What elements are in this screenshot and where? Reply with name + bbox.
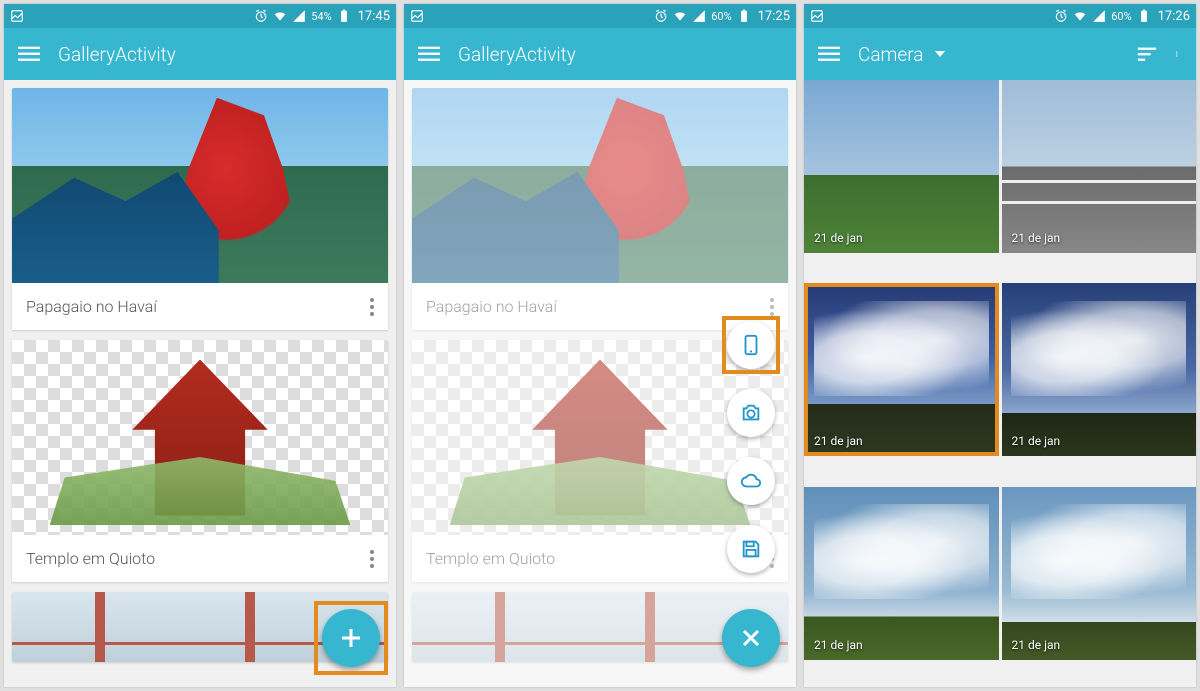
- photo-tile[interactable]: 21 de jan: [804, 80, 999, 253]
- chevron-down-icon: [935, 51, 945, 57]
- hamburger-icon[interactable]: [418, 43, 440, 65]
- alarm-icon: [654, 9, 668, 23]
- action-from-device[interactable]: [727, 321, 775, 369]
- battery-icon: [1137, 9, 1151, 23]
- screen-gallery-normal: 54% 17:45 GalleryActivity Papagaio no Ha…: [4, 4, 396, 687]
- close-icon: [739, 626, 763, 650]
- camera-icon: [740, 402, 762, 424]
- photo-tile[interactable]: 21 de jan: [1002, 283, 1197, 456]
- photo-date: 21 de jan: [814, 638, 863, 652]
- alarm-icon: [1054, 9, 1068, 23]
- clock-time: 17:45: [358, 9, 390, 24]
- gallery-content: Papagaio no Havaí Templo em Quioto: [404, 80, 796, 687]
- app-bar-title: GalleryActivity: [458, 43, 576, 66]
- app-bar: Camera: [804, 28, 1196, 80]
- battery-icon: [337, 9, 351, 23]
- photo-tile-selected[interactable]: 21 de jan: [804, 283, 999, 456]
- gallery-card[interactable]: Papagaio no Havaí: [12, 88, 388, 330]
- clock-time: 17:25: [758, 9, 790, 24]
- signal-icon: [692, 9, 706, 23]
- status-bar: 60% 17:26: [804, 4, 1196, 28]
- action-from-library[interactable]: [727, 525, 775, 573]
- app-bar-title: GalleryActivity: [58, 43, 176, 66]
- more-vert-icon[interactable]: [370, 298, 374, 316]
- battery-percentage: 60%: [711, 10, 731, 23]
- app-bar: GalleryActivity: [404, 28, 796, 80]
- status-bar: 54% 17:45: [4, 4, 396, 28]
- card-thumbnail: [412, 340, 788, 535]
- photo-date: 21 de jan: [814, 231, 863, 245]
- photo-date: 21 de jan: [1012, 434, 1061, 448]
- plus-icon: [339, 626, 363, 650]
- fab-close-button[interactable]: [722, 609, 780, 667]
- photo-date: 21 de jan: [1012, 231, 1061, 245]
- card-title: Templo em Quioto: [26, 549, 155, 568]
- screen-gallery-speeddial: 60% 17:25 GalleryActivity Papagaio no Ha…: [404, 4, 796, 687]
- action-from-camera[interactable]: [727, 389, 775, 437]
- photo-date: 21 de jan: [1012, 638, 1061, 652]
- card-title: Papagaio no Havaí: [426, 297, 557, 316]
- sort-icon[interactable]: [1136, 43, 1158, 65]
- photo-tile[interactable]: 21 de jan: [1002, 487, 1197, 660]
- gallery-card[interactable]: Templo em Quioto: [12, 340, 388, 582]
- phone-icon: [740, 334, 762, 356]
- signal-icon: [1092, 9, 1106, 23]
- hamburger-icon[interactable]: [18, 43, 40, 65]
- album-dropdown[interactable]: Camera: [858, 43, 923, 66]
- photo-tile[interactable]: 21 de jan: [804, 487, 999, 660]
- battery-icon: [737, 9, 751, 23]
- card-title: Papagaio no Havaí: [26, 297, 157, 316]
- wifi-icon: [1073, 9, 1087, 23]
- image-indicator-icon: [10, 9, 24, 23]
- photo-tile[interactable]: 21 de jan: [1002, 80, 1197, 253]
- alarm-icon: [254, 9, 268, 23]
- image-indicator-icon: [810, 9, 824, 23]
- action-from-cloud[interactable]: [727, 457, 775, 505]
- card-thumbnail: [12, 88, 388, 283]
- image-indicator-icon: [410, 9, 424, 23]
- card-thumbnail: [412, 88, 788, 283]
- fab-add-button[interactable]: [322, 609, 380, 667]
- clock-time: 17:26: [1158, 9, 1190, 24]
- more-vert-icon[interactable]: [770, 298, 774, 316]
- wifi-icon: [673, 9, 687, 23]
- cloud-icon: [740, 470, 762, 492]
- card-thumbnail: [12, 340, 388, 535]
- battery-percentage: 54%: [311, 10, 331, 23]
- gallery-card[interactable]: Papagaio no Havaí: [412, 88, 788, 330]
- battery-percentage: 60%: [1111, 10, 1131, 23]
- photo-date: 21 de jan: [814, 434, 863, 448]
- more-vert-icon[interactable]: [1176, 43, 1182, 65]
- hamburger-icon[interactable]: [818, 43, 840, 65]
- screen-camera-picker: 60% 17:26 Camera 21 de jan 21 de jan 21 …: [804, 4, 1196, 687]
- save-icon: [740, 538, 762, 560]
- signal-icon: [292, 9, 306, 23]
- card-title: Templo em Quioto: [426, 549, 555, 568]
- more-vert-icon[interactable]: [370, 550, 374, 568]
- photo-grid: 21 de jan 21 de jan 21 de jan 21 de jan …: [804, 80, 1196, 687]
- gallery-content: Papagaio no Havaí Templo em Quioto: [4, 80, 396, 687]
- wifi-icon: [273, 9, 287, 23]
- app-bar: GalleryActivity: [4, 28, 396, 80]
- status-bar: 60% 17:25: [404, 4, 796, 28]
